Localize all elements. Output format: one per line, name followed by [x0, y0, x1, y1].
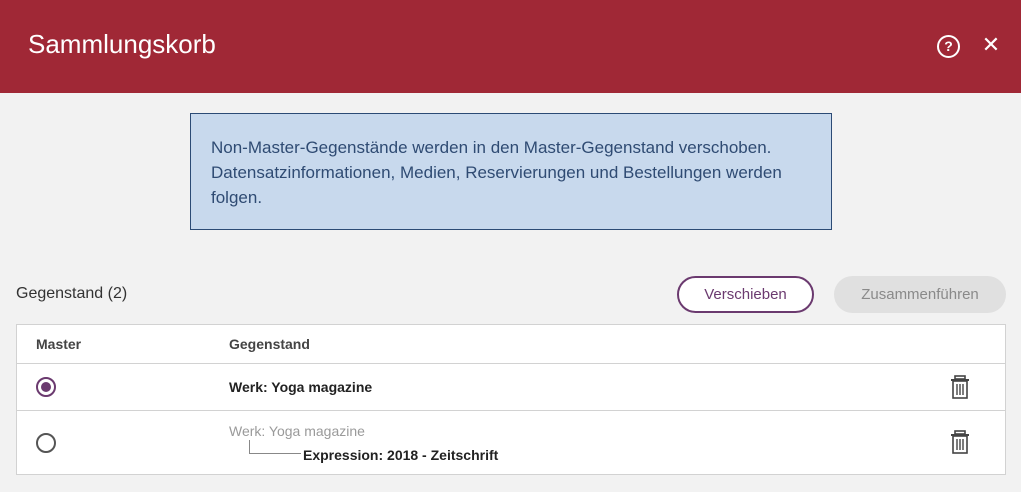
- master-radio[interactable]: [36, 433, 56, 453]
- items-table: Master Gegenstand Werk: Yoga magazine We…: [16, 324, 1006, 475]
- help-icon[interactable]: ?: [937, 35, 960, 58]
- trash-icon[interactable]: [950, 430, 970, 454]
- table-header: Master Gegenstand: [17, 325, 1005, 364]
- tree-connector: [249, 440, 301, 454]
- master-radio-selected[interactable]: [36, 377, 56, 397]
- column-header-master: Master: [36, 336, 82, 352]
- info-message-box: Non-Master-Gegenstände werden in den Mas…: [190, 113, 832, 230]
- item-title: Werk: Yoga magazine: [229, 379, 373, 395]
- info-message-text: Non-Master-Gegenstände werden in den Mas…: [211, 138, 782, 207]
- close-icon[interactable]: ✕: [981, 33, 1001, 57]
- item-child-title: Expression: 2018 - Zeitschrift: [303, 447, 499, 463]
- trash-icon[interactable]: [950, 375, 970, 399]
- table-row: Werk: Yoga magazine: [17, 364, 1005, 411]
- table-row: Werk: Yoga magazine Expression: 2018 - Z…: [17, 412, 1005, 474]
- dialog-title: Sammlungskorb: [28, 29, 216, 59]
- merge-button[interactable]: Zusammenführen: [834, 276, 1006, 313]
- move-button[interactable]: Verschieben: [677, 276, 814, 313]
- item-count-label: Gegenstand (2): [16, 285, 128, 302]
- column-header-item: Gegenstand: [229, 336, 310, 352]
- dialog-header: Sammlungskorb ? ✕: [0, 0, 1021, 93]
- item-parent-title: Werk: Yoga magazine: [229, 423, 365, 439]
